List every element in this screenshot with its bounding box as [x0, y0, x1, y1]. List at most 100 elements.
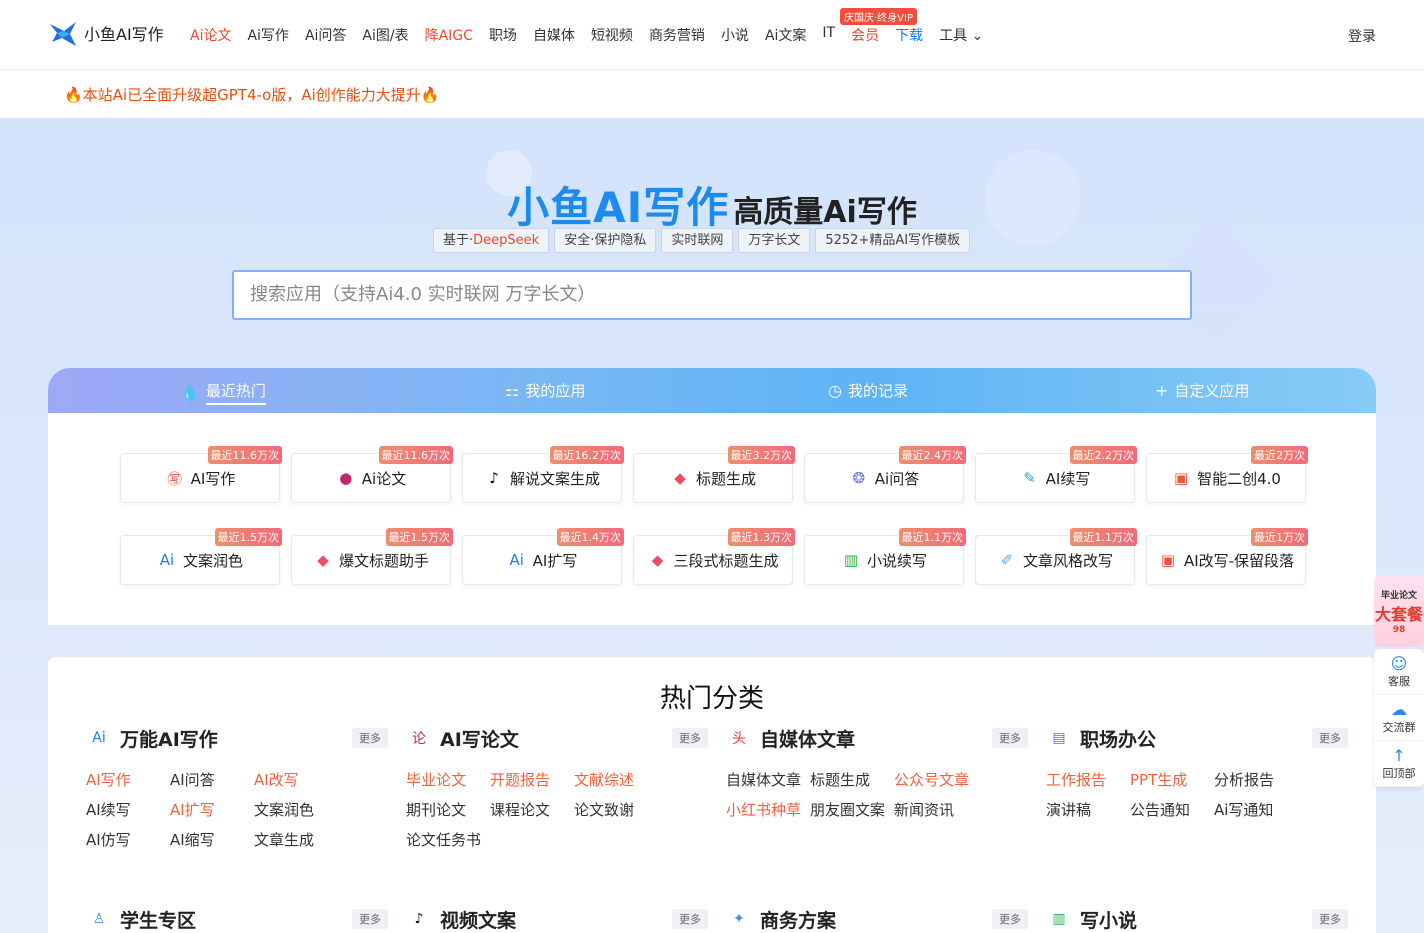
category-name[interactable]: 写小说: [1080, 906, 1137, 933]
category-name[interactable]: 学生专区: [120, 906, 196, 933]
category-link[interactable]: 工作报告: [1046, 765, 1130, 795]
category-link[interactable]: AI扩写: [170, 795, 254, 825]
category-link[interactable]: 论文任务书: [406, 825, 490, 855]
search-input[interactable]: 搜索应用（支持Ai4.0 实时联网 万字长文）: [232, 270, 1192, 320]
logo-text: 小鱼AI写作: [84, 25, 164, 44]
app-card[interactable]: Ai AI扩写 最近1.4万次: [462, 528, 624, 585]
category-name[interactable]: AI写论文: [440, 725, 519, 752]
hero-title-sub: 高质量Ai写作: [733, 195, 917, 230]
category-link[interactable]: 文案润色: [254, 795, 338, 825]
category-link[interactable]: 开题报告: [490, 765, 574, 795]
nav-item[interactable]: 自媒体: [533, 25, 575, 45]
category-link[interactable]: Ai写通知: [1214, 795, 1298, 825]
nav-item[interactable]: 降AIGC: [425, 25, 473, 45]
nav-item[interactable]: 工具 ⌄: [939, 25, 983, 45]
category-link[interactable]: AI续写: [86, 795, 170, 825]
category-link[interactable]: 小红书种草: [726, 795, 810, 825]
category-name[interactable]: 视频文案: [440, 906, 516, 933]
more-button[interactable]: 更多: [992, 909, 1028, 929]
tab-grid[interactable]: ⚏ 我的应用: [505, 380, 585, 401]
app-card[interactable]: ◆ 爆文标题助手 最近1.5万次: [291, 528, 453, 585]
app-card[interactable]: ▥ 小说续写 最近1.1万次: [804, 528, 966, 585]
tab-plus[interactable]: + 自定义应用: [1155, 380, 1249, 401]
category-link[interactable]: 新闻资讯: [894, 795, 978, 825]
app-card[interactable]: Ai 文案润色 最近1.5万次: [120, 528, 282, 585]
nav-item[interactable]: IT: [822, 25, 835, 45]
category-link[interactable]: 朋友圈文案: [810, 795, 894, 825]
category-link[interactable]: 自媒体文章: [726, 765, 810, 795]
category-header: ✦ 商务方案 更多: [726, 904, 1036, 933]
wechat-button[interactable]: ☁ 交流群: [1374, 695, 1424, 741]
nav-item[interactable]: Ai写作: [247, 25, 288, 45]
more-button[interactable]: 更多: [672, 728, 708, 748]
category-link[interactable]: 标题生成: [810, 765, 894, 795]
nav-item[interactable]: 会员: [851, 25, 879, 45]
category-link[interactable]: PPT生成: [1130, 765, 1214, 795]
app-card[interactable]: ✐ 文章风格改写 最近1.1万次: [975, 528, 1137, 585]
category-link[interactable]: 期刊论文: [406, 795, 490, 825]
app-card[interactable]: ㊢ AI写作 最近11.6万次: [120, 446, 282, 503]
grid-icon: ⚏: [505, 381, 520, 400]
category-link[interactable]: AI写作: [86, 765, 170, 795]
hero-title: 小鱼AI写作 高质量Ai写作: [0, 174, 1424, 235]
category-name[interactable]: 万能AI写作: [120, 725, 218, 752]
app-card[interactable]: ▣ 智能二创4.0 最近2万次: [1146, 446, 1308, 503]
app-card[interactable]: ◆ 标题生成 最近3.2万次: [633, 446, 795, 503]
category-name[interactable]: 职场办公: [1080, 725, 1156, 752]
logo[interactable]: 小鱼AI写作: [48, 18, 164, 48]
arrow-up-button[interactable]: ↑ 回顶部: [1374, 741, 1424, 787]
category-link[interactable]: 公众号文章: [894, 765, 978, 795]
more-button[interactable]: 更多: [992, 728, 1028, 748]
app-card[interactable]: ● Ai论文 最近11.6万次: [291, 446, 453, 503]
category-link[interactable]: AI问答: [170, 765, 254, 795]
usage-badge: 最近2.4万次: [898, 446, 966, 464]
nav-item[interactable]: Ai文案: [765, 25, 806, 45]
nav-item[interactable]: 职场: [489, 25, 517, 45]
category-link[interactable]: AI仿写: [86, 825, 170, 855]
more-button[interactable]: 更多: [1312, 909, 1348, 929]
app-card[interactable]: ❂ Ai问答 最近2.4万次: [804, 446, 966, 503]
tag-text: 实时联网: [671, 233, 724, 248]
category-link[interactable]: AI缩写: [170, 825, 254, 855]
more-button[interactable]: 更多: [672, 909, 708, 929]
nav-item[interactable]: 短视频: [591, 25, 633, 45]
category-link[interactable]: 分析报告: [1214, 765, 1298, 795]
category-name[interactable]: 商务方案: [760, 906, 836, 933]
usage-badge: 最近1.3万次: [727, 528, 795, 546]
login-link[interactable]: 登录: [1348, 26, 1376, 46]
tab-clock[interactable]: ◷ 我的记录: [828, 380, 908, 401]
category-link[interactable]: 毕业论文: [406, 765, 490, 795]
category-link[interactable]: 演讲稿: [1046, 795, 1130, 825]
category-link[interactable]: 文章生成: [254, 825, 338, 855]
app-card[interactable]: ◆ 三段式标题生成 最近1.3万次: [633, 528, 795, 585]
category-header: ▤ 职场办公 更多: [1046, 723, 1356, 753]
tab-flame[interactable]: 💧 最近热门: [180, 380, 266, 405]
chat-icon: ❂: [852, 469, 866, 487]
category-name[interactable]: 自媒体文章: [760, 725, 855, 752]
category-link[interactable]: 论文致谢: [574, 795, 658, 825]
app-card[interactable]: ♪ 解说文案生成 最近16.2万次: [462, 446, 624, 503]
app-label: 文章风格改写: [1022, 551, 1113, 570]
float-button-label: 回顶部: [1382, 767, 1416, 780]
service-button[interactable]: ☺ 客服: [1374, 649, 1424, 695]
category-link[interactable]: AI改写: [254, 765, 338, 795]
more-button[interactable]: 更多: [352, 728, 388, 748]
app-card[interactable]: ▣ AI改写-保留段落 最近1万次: [1146, 528, 1308, 585]
app-label: Ai论文: [361, 469, 407, 488]
nav-item[interactable]: 商务营销: [649, 25, 705, 45]
nav-item[interactable]: 下载: [895, 25, 923, 45]
category-links: AI写作 AI问答 AI改写 AI续写 AI扩写 文案润色 AI仿写 AI缩写 文章生成: [86, 765, 396, 855]
category-link[interactable]: 课程论文: [490, 795, 574, 825]
promo-banner[interactable]: 毕业论文 大套餐 98: [1374, 575, 1424, 647]
nav-item[interactable]: 小说: [721, 25, 749, 45]
nav-item[interactable]: Ai问答: [305, 25, 346, 45]
category-block: ♪ 视频文案 更多: [406, 904, 716, 933]
more-button[interactable]: 更多: [1312, 728, 1348, 748]
category-link[interactable]: 公告通知: [1130, 795, 1214, 825]
category-link[interactable]: 文献综述: [574, 765, 658, 795]
nav-item[interactable]: Ai图/表: [362, 25, 408, 45]
more-button[interactable]: 更多: [352, 909, 388, 929]
tag-highlight: DeepSeek: [473, 233, 540, 248]
app-card[interactable]: ✎ AI续写 最近2.2万次: [975, 446, 1137, 503]
nav-item[interactable]: Ai论文: [190, 25, 231, 45]
